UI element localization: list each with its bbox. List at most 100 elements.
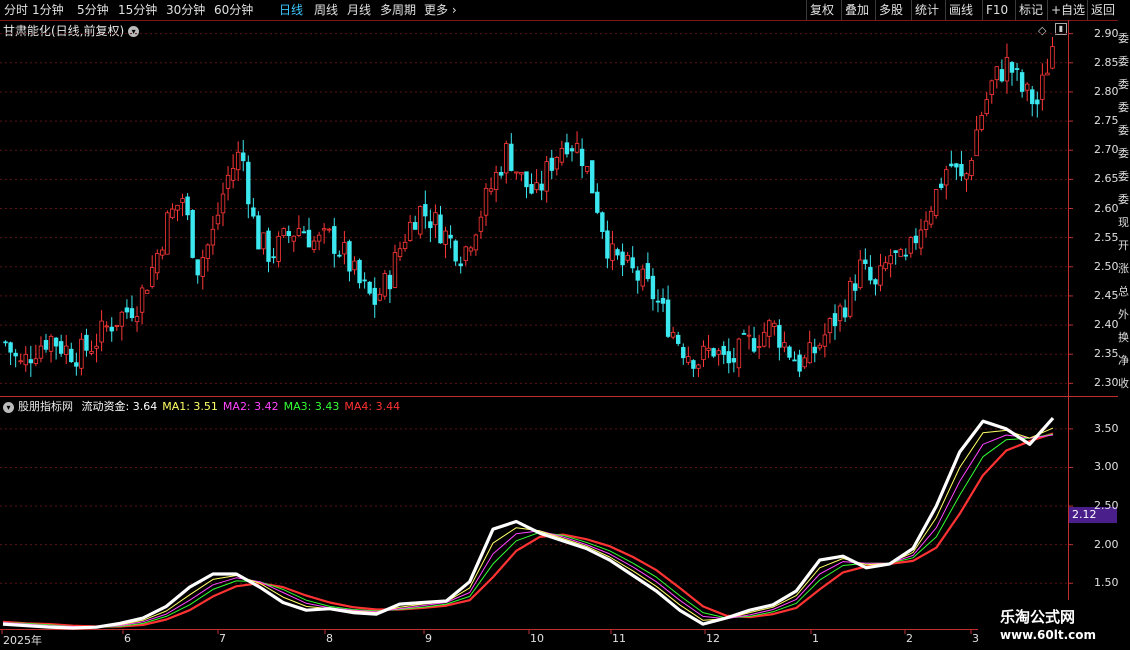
candle-body [321, 228, 327, 231]
candle-body [954, 163, 959, 168]
main-y-tick-label: 2.30 [1094, 376, 1119, 390]
period-tab-1[interactable]: 1分钟 [32, 2, 64, 18]
candle-body [670, 331, 676, 338]
chevron-down-icon[interactable]: ▾ [3, 401, 14, 413]
candle-body [579, 148, 585, 167]
candle-body [311, 240, 317, 250]
candle-body [584, 166, 590, 172]
candle-body [438, 214, 443, 244]
period-tab-4[interactable]: 30分钟 [166, 2, 205, 18]
candle-body [418, 206, 423, 235]
candle-body [433, 212, 438, 226]
toolbar-button-2[interactable]: 多股 [879, 2, 903, 18]
toolbar-separator [875, 0, 876, 20]
indicator-series-line [2, 433, 1054, 628]
candle-body [756, 346, 762, 348]
side-label-char: 委 [1118, 147, 1129, 160]
candle-body [964, 173, 969, 180]
candle-body [109, 326, 114, 332]
toolbar-button-1[interactable]: 叠加 [845, 2, 869, 18]
candle-body [534, 182, 539, 191]
candle-body [908, 237, 914, 254]
candle-body [635, 270, 640, 281]
candle-body [716, 350, 721, 355]
candle-body [453, 240, 458, 262]
period-tab-9[interactable]: 多周期 [380, 2, 416, 18]
period-tab-2[interactable]: 5分钟 [77, 2, 109, 18]
candle-body [33, 358, 39, 364]
toolbar-button-6[interactable]: 标记 [1019, 2, 1043, 18]
candle-body [969, 160, 974, 176]
period-tab-6[interactable]: 日线 [279, 2, 303, 18]
x-axis-label: 6 [124, 632, 131, 645]
toolbar-button-0[interactable]: 复权 [810, 2, 834, 18]
candle-body [989, 80, 994, 95]
candle-body [832, 313, 838, 327]
candle-body [858, 259, 863, 289]
candle-body [210, 228, 216, 246]
toolbar-button-3[interactable]: 统计 [915, 2, 939, 18]
toolbar-button-5[interactable]: F10 [986, 2, 1008, 18]
period-tab-0[interactable]: 分时 [4, 2, 28, 18]
candle-body [741, 333, 747, 335]
candle-body [868, 266, 873, 281]
candle-body [205, 244, 211, 259]
toolbar-button-7[interactable]: +自选 [1051, 2, 1085, 18]
candle-body [28, 359, 34, 364]
candle-body [873, 279, 878, 285]
candle-body [1009, 62, 1015, 73]
candle-body [615, 249, 620, 256]
candle-body [357, 259, 362, 284]
toolbar-separator [911, 0, 912, 20]
candle-body [478, 216, 484, 232]
candle-body [327, 228, 332, 231]
candle-body [554, 156, 560, 170]
candle-body [600, 212, 605, 233]
candle-body [590, 160, 595, 194]
candle-body [144, 289, 150, 294]
side-label-char: 委 [1118, 55, 1129, 68]
candle-body [959, 164, 964, 177]
main-y-tick-label: 2.75 [1094, 114, 1119, 128]
candle-body [999, 69, 1005, 82]
toolbar-button-4[interactable]: 画线 [949, 2, 973, 18]
candle-body [1030, 89, 1035, 105]
indicator-legend-item: MA4: 3.44 [344, 400, 401, 413]
main-y-tick-label: 2.65 [1094, 172, 1119, 186]
period-tab-3[interactable]: 15分钟 [118, 2, 157, 18]
candle-body [296, 228, 302, 236]
candle-body [458, 263, 463, 267]
candle-body [266, 230, 271, 262]
candle-body [686, 356, 691, 363]
candle-body [246, 161, 251, 205]
period-tab-5[interactable]: 60分钟 [214, 2, 253, 18]
candle-body [423, 204, 428, 217]
candle-body [787, 346, 792, 358]
candle-body [342, 242, 347, 255]
x-axis-label: 3 [972, 632, 979, 645]
x-axis-label: 7 [219, 632, 226, 645]
candle-body [488, 188, 494, 192]
candle-body [1040, 74, 1045, 100]
period-tab-8[interactable]: 月线 [347, 2, 371, 18]
toolbar-button-8[interactable]: 返回 [1091, 2, 1115, 18]
candle-body [428, 221, 433, 229]
candle-body [923, 220, 929, 230]
candle-body [498, 172, 504, 176]
candle-body [124, 307, 130, 313]
candle-body [301, 231, 307, 234]
period-tab-10[interactable]: 更多 › [424, 2, 457, 18]
indicator-y-tick-label: 3.00 [1094, 460, 1119, 474]
candle-body [726, 351, 731, 364]
indicator-y-tick-label: 3.50 [1094, 421, 1119, 435]
candle-body [261, 232, 266, 250]
main-y-tick-label: 2.45 [1094, 288, 1119, 302]
indicator-y-tick-label: 1.50 [1094, 576, 1119, 590]
candle-body [509, 143, 514, 171]
candle-body [215, 214, 221, 225]
period-tab-7[interactable]: 周线 [314, 2, 338, 18]
candle-body [448, 234, 453, 239]
side-label-char: 委 [1118, 78, 1129, 91]
side-label-char: 总 [1118, 285, 1129, 298]
candle-body [251, 207, 256, 217]
